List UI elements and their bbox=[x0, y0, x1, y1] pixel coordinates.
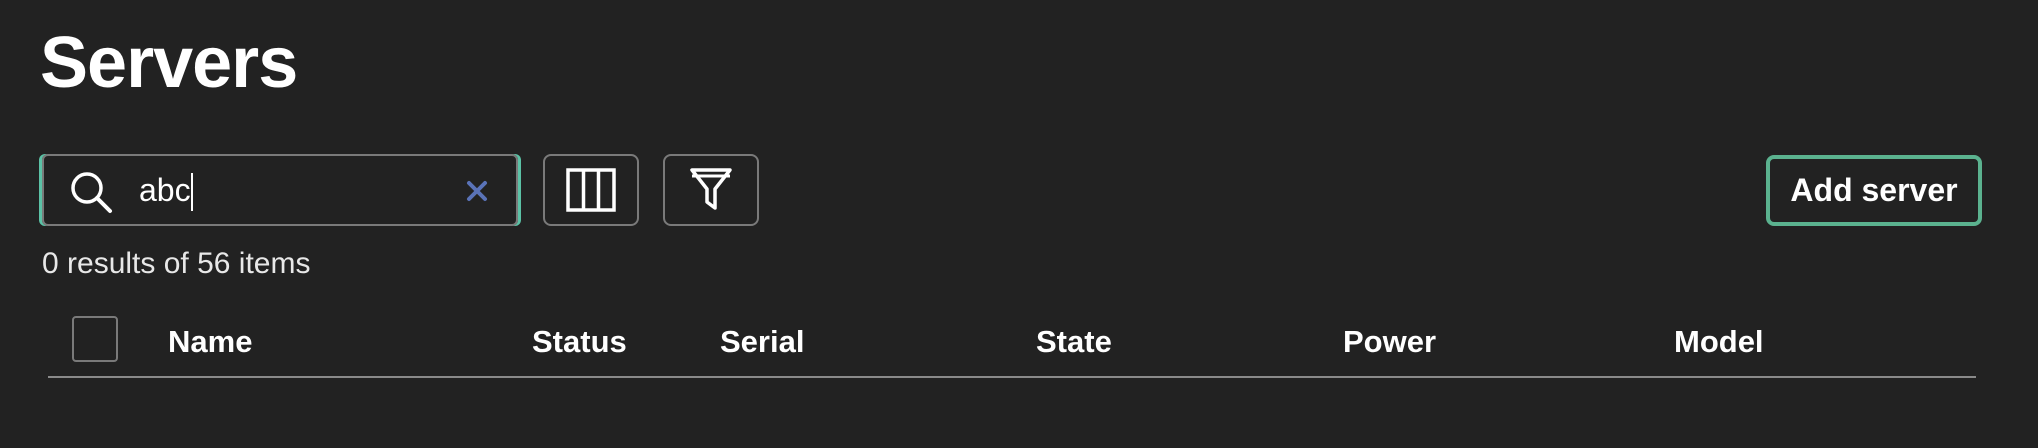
filter-button[interactable] bbox=[663, 154, 759, 226]
close-icon[interactable] bbox=[464, 178, 490, 204]
search-input[interactable] bbox=[139, 170, 439, 210]
page-title: Servers bbox=[40, 23, 298, 103]
search-icon bbox=[71, 172, 112, 213]
result-summary: 0 results of 56 items bbox=[42, 247, 311, 280]
column-header-status[interactable]: Status bbox=[532, 322, 627, 362]
column-header-model[interactable]: Model bbox=[1674, 322, 1764, 362]
select-all-checkbox[interactable] bbox=[72, 316, 118, 362]
column-header-state[interactable]: State bbox=[1036, 322, 1112, 362]
columns-button[interactable] bbox=[543, 154, 639, 226]
table-header-divider bbox=[48, 376, 1976, 378]
columns-icon bbox=[566, 168, 616, 212]
text-cursor bbox=[191, 173, 193, 211]
column-header-name[interactable]: Name bbox=[168, 322, 252, 362]
column-header-power[interactable]: Power bbox=[1343, 322, 1436, 362]
search-field[interactable] bbox=[42, 154, 518, 226]
filter-icon bbox=[690, 168, 732, 210]
add-server-button[interactable]: Add server bbox=[1766, 155, 1982, 226]
column-header-serial[interactable]: Serial bbox=[720, 322, 804, 362]
